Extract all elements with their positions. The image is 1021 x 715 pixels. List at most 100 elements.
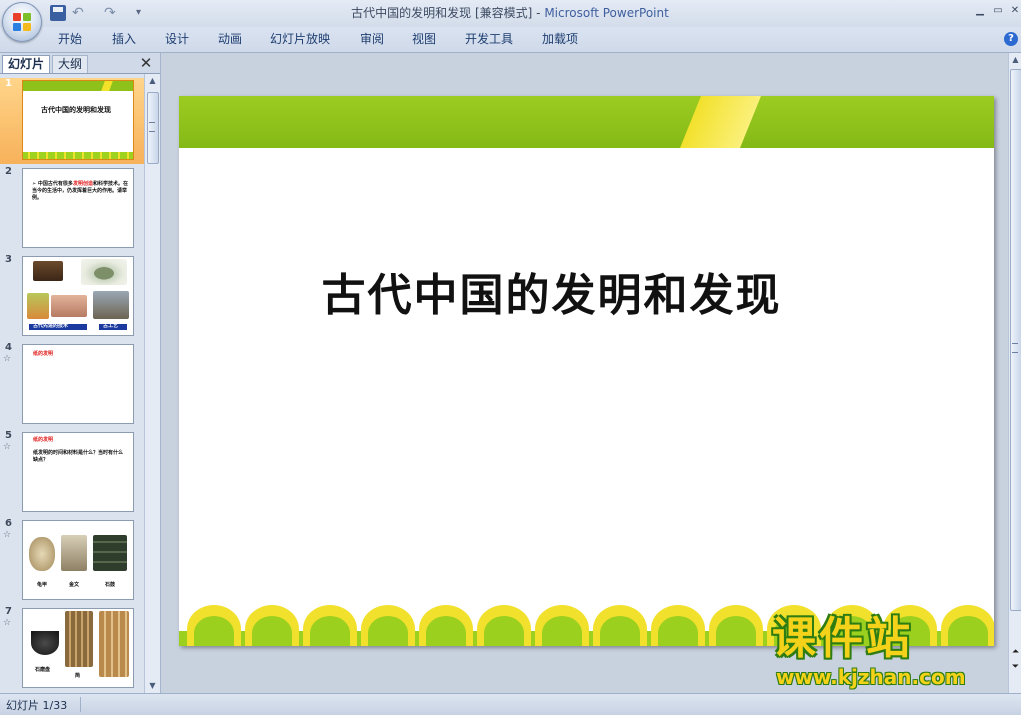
animation-icon[interactable]: ☆ xyxy=(3,618,11,628)
app-name: Microsoft PowerPoint xyxy=(544,6,669,20)
millstone-photo xyxy=(31,631,59,655)
redo-icon[interactable]: ↷ xyxy=(104,4,128,22)
scroll-up-icon[interactable]: ▲ xyxy=(145,74,160,88)
slide-thumbnail[interactable]: 5 ☆ 纸的发明 纸发明的时间和材料是什么？当时有什么缺点？ xyxy=(0,430,144,516)
slide-preview: 古代中国的发明和发现 xyxy=(22,80,134,160)
slides-pane: 幻灯片 大纲 ✕ 1 古代中国的发明和发现 2 ➢ 中国古代有很多发明创造和科学… xyxy=(0,53,161,693)
window-title: 古代中国的发明和发现 [兼容模式] - Microsoft PowerPoint xyxy=(280,0,740,27)
tab-slides[interactable]: 幻灯片 xyxy=(2,55,51,73)
tab-animations[interactable]: 动画 xyxy=(218,31,242,48)
bamboo-slips-photo xyxy=(65,611,93,667)
stone-drum-photo xyxy=(93,535,127,571)
thumbnail-title: 古代中国的发明和发现 xyxy=(41,106,111,114)
thumbnail-text: 纸发明的时间和材料是什么？当时有什么缺点？ xyxy=(33,450,124,463)
status-divider xyxy=(80,697,81,712)
slide-edit-area: 古代中国的发明和发现 xyxy=(161,53,1008,693)
tab-developer[interactable]: 开发工具 xyxy=(465,31,513,48)
thumbnail-caption: 古代先进的技术 xyxy=(33,323,69,329)
thumbnail-scrollbar[interactable]: ▲ ▼ xyxy=(144,74,160,693)
bronze-inscription-photo xyxy=(61,535,87,571)
slide-number: 5 xyxy=(5,430,12,441)
slide-preview: 石磨盘 简 xyxy=(22,608,134,688)
scroll-grip xyxy=(1012,343,1018,353)
close-icon[interactable]: ✕ xyxy=(1007,3,1021,19)
slide-preview: 纸的发明 xyxy=(22,344,134,424)
office-button[interactable] xyxy=(2,2,42,42)
undo-icon[interactable]: ↶ xyxy=(72,4,102,22)
slide-indicator: 幻灯片 1/33 xyxy=(6,699,68,712)
tab-outline[interactable]: 大纲 xyxy=(52,55,89,73)
thumbnail-caption: 古工艺 xyxy=(103,323,119,329)
tab-design[interactable]: 设计 xyxy=(165,31,189,48)
help-icon[interactable]: ? xyxy=(1004,32,1018,46)
thumbnail-text-highlight: 发明创造 xyxy=(72,181,93,187)
tab-view[interactable]: 视图 xyxy=(412,31,436,48)
watermark-url: www.kjzhan.com xyxy=(776,665,966,689)
slide-thumbnail[interactable]: 7 ☆ 石磨盘 简 xyxy=(0,606,144,692)
slide-thumbnail[interactable]: 2 ➢ 中国古代有很多发明创造和科学技术。在当今的生活中，仍发挥着巨大的作用。请… xyxy=(0,166,144,252)
header-band xyxy=(23,81,133,91)
abacus-photo xyxy=(33,261,63,281)
slide-preview: 纸的发明 纸发明的时间和材料是什么？当时有什么缺点？ xyxy=(22,432,134,512)
animation-icon[interactable]: ☆ xyxy=(3,442,11,452)
thumbnail-caption: 金文 xyxy=(69,582,80,588)
pagoda-photo xyxy=(93,291,129,319)
thumbnail-heading: 纸的发明 xyxy=(33,351,54,357)
slide-thumbnail[interactable]: 1 古代中国的发明和发现 xyxy=(0,78,144,164)
save-icon[interactable] xyxy=(50,5,66,21)
current-slide[interactable]: 古代中国的发明和发现 xyxy=(179,96,994,646)
animation-icon[interactable]: ☆ xyxy=(3,354,11,364)
close-pane-icon[interactable]: ✕ xyxy=(138,54,154,72)
slide-preview: 龟甲 金文 石鼓 xyxy=(22,520,134,600)
customize-quick-access-icon[interactable]: ▾ xyxy=(136,4,146,22)
bamboo-scroll-photo xyxy=(99,611,129,677)
thumbnail-heading: 纸的发明 xyxy=(33,437,54,443)
slide-number: 1 xyxy=(5,78,12,89)
watermark-text: 课件站 xyxy=(772,613,913,664)
slide-thumbnail[interactable]: 3 古代先进的技术 古工艺 xyxy=(0,254,144,340)
scroll-up-icon[interactable]: ▲ xyxy=(1009,53,1021,67)
tab-insert[interactable]: 插入 xyxy=(112,31,136,48)
thumbnail-text-prefix: ➢ 中国古代有很多 xyxy=(32,181,73,187)
watermark-logo: 课件站 www.kjzhan.com xyxy=(770,614,1015,692)
slide-number: 4 xyxy=(5,342,12,353)
status-bar: 幻灯片 1/33 xyxy=(0,693,1021,715)
animation-icon[interactable]: ☆ xyxy=(3,530,11,540)
tab-review[interactable]: 审阅 xyxy=(360,31,384,48)
scroll-down-icon[interactable]: ▼ xyxy=(145,679,160,693)
footer-wave xyxy=(23,152,133,159)
artifact-photo xyxy=(27,293,49,319)
tab-slide-show[interactable]: 幻灯片放映 xyxy=(270,31,330,48)
slide-number: 2 xyxy=(5,166,12,177)
thumbnail-caption: 石磨盘 xyxy=(35,667,51,673)
thumbnail-caption: 简 xyxy=(75,673,81,679)
slide-title[interactable]: 古代中国的发明和发现 xyxy=(179,259,924,323)
teacup-photo xyxy=(81,259,127,285)
scroll-thumb[interactable] xyxy=(1010,69,1021,611)
maximize-icon[interactable]: ▭ xyxy=(990,3,1006,19)
slide-number: 7 xyxy=(5,606,12,617)
slide-preview: ➢ 中国古代有很多发明创造和科学技术。在当今的生活中，仍发挥着巨大的作用。请举例… xyxy=(22,168,134,248)
tab-add-ins[interactable]: 加载项 xyxy=(542,31,578,48)
tortoise-shell-photo xyxy=(29,537,55,571)
slide-thumbnail[interactable]: 4 ☆ 纸的发明 xyxy=(0,342,144,428)
slide-thumbnail[interactable]: 6 ☆ 龟甲 金文 石鼓 xyxy=(0,518,144,604)
header-band xyxy=(179,96,994,148)
ribbon-tabs: 开始 插入 设计 动画 幻灯片放映 审阅 视图 开发工具 加载项 ? xyxy=(0,27,1021,53)
scroll-grip xyxy=(149,122,155,132)
thumbnail-caption: 石鼓 xyxy=(105,582,116,588)
office-logo-icon xyxy=(13,13,31,31)
pane-tabs: 幻灯片 大纲 ✕ xyxy=(0,53,160,74)
slide-thumbnails: 1 古代中国的发明和发现 2 ➢ 中国古代有很多发明创造和科学技术。在当今的生活… xyxy=(0,74,144,693)
document-title: 古代中国的发明和发现 [兼容模式] - xyxy=(351,6,545,20)
slide-preview: 古代先进的技术 古工艺 xyxy=(22,256,134,336)
slide-scrollbar[interactable]: ▲ ⏶ ⏷ xyxy=(1008,53,1021,693)
tab-home[interactable]: 开始 xyxy=(58,31,82,48)
thumbnail-caption: 龟甲 xyxy=(37,582,48,588)
thumbnail-text: ➢ 中国古代有很多发明创造和科学技术。在当今的生活中，仍发挥着巨大的作用。请举例… xyxy=(32,181,128,202)
slide-number: 6 xyxy=(5,518,12,529)
hands-photo xyxy=(51,295,87,317)
minimize-icon[interactable]: ▁ xyxy=(972,3,988,19)
slide-number: 3 xyxy=(5,254,12,265)
title-bar: ↶ ↷ ▾ 古代中国的发明和发现 [兼容模式] - Microsoft Powe… xyxy=(0,0,1021,27)
